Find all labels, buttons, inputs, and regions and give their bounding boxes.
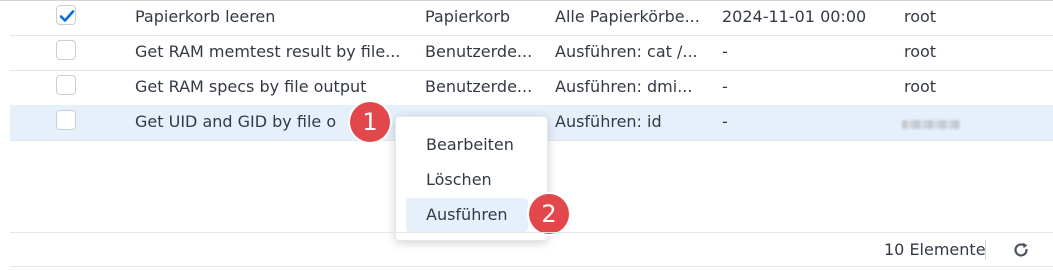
footer-separator: [985, 240, 986, 260]
task-next-run: -: [722, 77, 728, 96]
table-row[interactable]: Get RAM specs by file output Benutzerde.…: [10, 70, 1053, 106]
table-row[interactable]: Papierkorb leeren Papierkorb Alle Papier…: [10, 0, 1053, 36]
task-action: Alle Papierkörbe...: [555, 7, 700, 26]
task-type: Papierkorb: [425, 7, 510, 26]
step-badge-1: 1: [350, 102, 390, 142]
task-name: Get RAM memtest result by file...: [135, 42, 401, 61]
task-action: Ausführen: id: [555, 112, 662, 131]
task-next-run: 2024-11-01 00:00: [722, 7, 867, 26]
refresh-icon: [1014, 242, 1028, 257]
row-checkbox[interactable]: [56, 110, 76, 130]
task-owner-redacted: [902, 120, 960, 129]
checkmark-icon: [59, 10, 75, 22]
row-checkbox[interactable]: [56, 75, 76, 95]
menu-item-run[interactable]: Ausführen: [406, 198, 528, 232]
table-row[interactable]: Get RAM memtest result by file... Benutz…: [10, 35, 1053, 71]
task-action: Ausführen: dmi...: [555, 77, 693, 96]
refresh-button[interactable]: [1011, 240, 1031, 260]
context-menu: Bearbeiten Löschen Ausführen: [395, 116, 548, 241]
task-next-run: -: [722, 112, 728, 131]
footer-bottom-border: [10, 266, 1053, 267]
task-type: Benutzerde...: [425, 77, 533, 96]
row-checkbox[interactable]: [56, 40, 76, 60]
task-owner: root: [904, 7, 937, 26]
menu-item-delete[interactable]: Löschen: [406, 163, 528, 197]
menu-item-edit[interactable]: Bearbeiten: [406, 128, 528, 162]
task-next-run: -: [722, 42, 728, 61]
footer-divider: [10, 232, 1053, 233]
task-type: Benutzerde...: [425, 42, 533, 61]
task-owner: root: [904, 42, 937, 61]
item-count: 10 Elemente: [884, 240, 986, 259]
row-checkbox[interactable]: [56, 5, 76, 25]
task-action: Ausführen: cat /...: [555, 42, 698, 61]
task-owner: root: [904, 77, 937, 96]
step-badge-2: 2: [529, 194, 569, 234]
task-name: Get RAM specs by file output: [135, 77, 367, 96]
task-name: Papierkorb leeren: [135, 7, 276, 26]
